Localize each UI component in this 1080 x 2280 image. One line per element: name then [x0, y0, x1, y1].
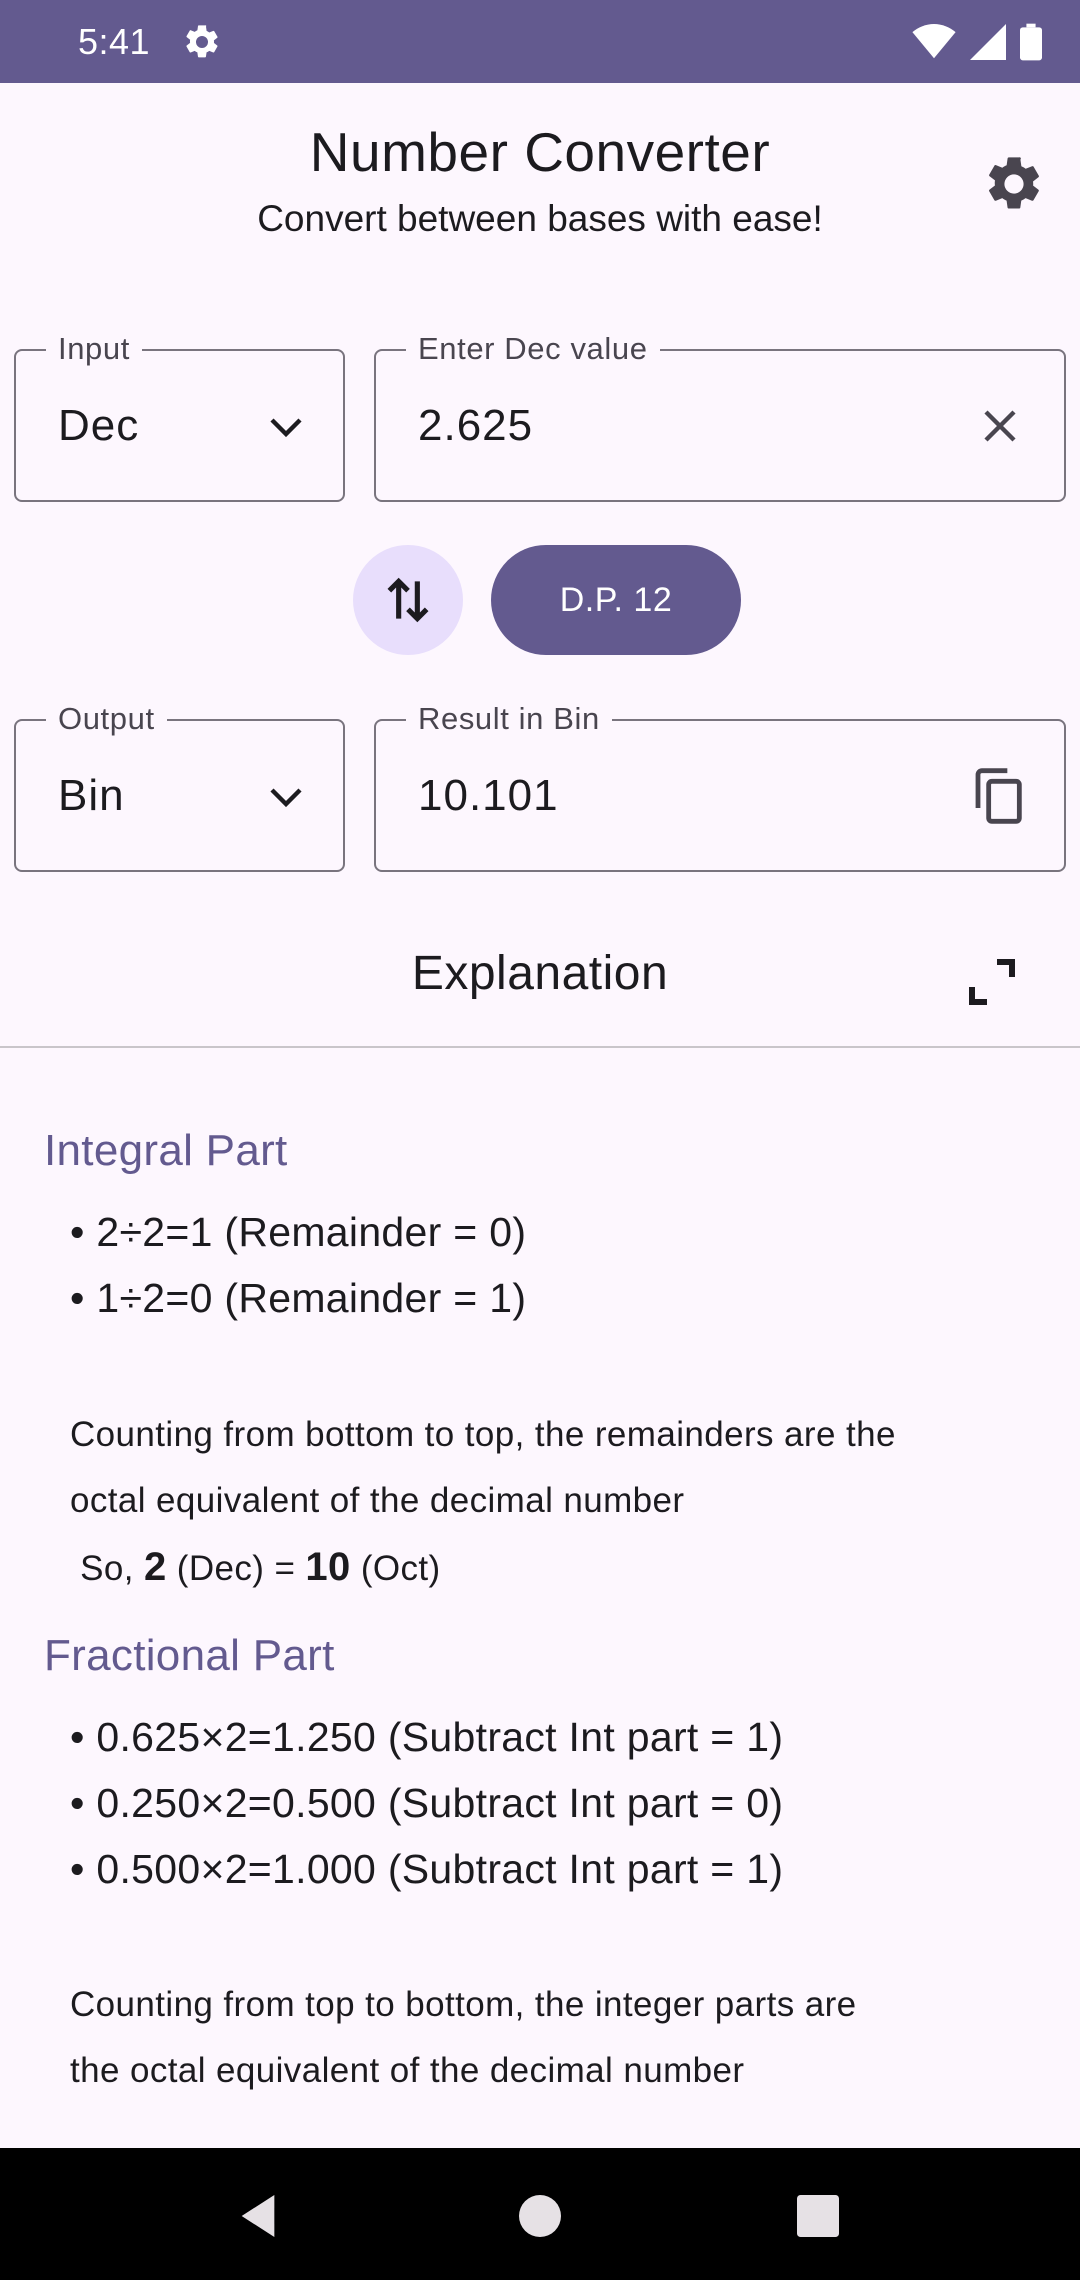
- fullscreen-icon[interactable]: [962, 952, 1022, 1012]
- status-icons: [912, 23, 1042, 61]
- integral-step: • 1÷2=0 (Remainder = 1): [70, 1275, 526, 1322]
- output-base-value: Bin: [58, 770, 125, 820]
- wifi-icon: [912, 23, 956, 58]
- swap-button[interactable]: [353, 545, 463, 655]
- signal-icon: [970, 23, 1006, 60]
- swap-vertical-icon: [387, 577, 429, 623]
- copy-icon[interactable]: [966, 764, 1030, 828]
- integral-para-line: Counting from bottom to top, the remaind…: [70, 1415, 896, 1454]
- step-text: • 2÷2=1 (Remainder =: [70, 1209, 490, 1255]
- result-value: 10.101: [418, 770, 559, 820]
- result-field: Result in Bin 10.101: [374, 701, 1066, 872]
- step-close: ): [512, 1275, 527, 1321]
- status-time: 5:41: [78, 20, 151, 62]
- so-prefix: So,: [80, 1549, 144, 1588]
- chevron-down-icon: [270, 787, 302, 807]
- explanation-title: Explanation: [411, 947, 669, 1000]
- settings-icon: [186, 24, 218, 57]
- input-value-field[interactable]: Enter Dec value 2.625: [374, 331, 1066, 502]
- fractional-step: • 0.250×2=0.500 (Subtract Int part = 0): [70, 1780, 783, 1827]
- step-close: ): [769, 1780, 784, 1826]
- step-text: • 0.500×2=1.000 (Subtract Int part =: [70, 1846, 747, 1892]
- step-text: • 0.625×2=1.250 (Subtract Int part =: [70, 1714, 747, 1760]
- integral-explanation: Counting from bottom to top, the remaind…: [70, 1402, 1030, 1602]
- fractional-step: • 0.500×2=1.000 (Subtract Int part = 1): [70, 1846, 783, 1893]
- fractional-para-line: the octal equivalent of the decimal numb…: [70, 2051, 745, 2090]
- decimal-places-button[interactable]: D.P. 12: [491, 545, 741, 655]
- so-from: (Dec) =: [166, 1549, 306, 1588]
- integral-para-line: octal equivalent of the decimal number: [70, 1481, 685, 1520]
- page-title: Number Converter: [309, 121, 771, 183]
- integral-conclusion: So, 2 (Dec) = 10 (Oct): [70, 1534, 1030, 1602]
- step-close: ): [769, 1714, 784, 1760]
- back-icon[interactable]: [230, 2188, 286, 2244]
- step-digit: 0: [489, 1209, 513, 1255]
- fractional-part-heading: Fractional Part: [44, 1631, 335, 1680]
- so-value: 2: [143, 1545, 167, 1589]
- step-digit: 0: [746, 1780, 770, 1826]
- close-icon[interactable]: [976, 402, 1024, 450]
- step-close: ): [512, 1209, 527, 1255]
- input-base-label: Input: [46, 331, 142, 367]
- step-digit: 1: [489, 1275, 513, 1321]
- input-value-label: Enter Dec value: [406, 331, 660, 367]
- so-result: 10: [305, 1545, 351, 1589]
- input-value[interactable]: 2.625: [418, 401, 533, 451]
- step-text: • 1÷2=0 (Remainder =: [70, 1275, 490, 1321]
- step-digit: 1: [746, 1846, 770, 1892]
- home-icon[interactable]: [512, 2188, 568, 2244]
- output-base-dropdown[interactable]: Output Bin: [14, 701, 345, 872]
- step-digit: 1: [746, 1714, 770, 1760]
- step-text: • 0.250×2=0.500 (Subtract Int part =: [70, 1780, 747, 1826]
- navigation-bar: [0, 2148, 1080, 2280]
- app-header: Number Converter Convert between bases w…: [0, 120, 1080, 240]
- fractional-explanation: Counting from top to bottom, the integer…: [70, 1972, 1030, 2104]
- chevron-down-icon: [270, 417, 302, 437]
- input-base-value: Dec: [58, 400, 140, 450]
- fractional-para-line: Counting from top to bottom, the integer…: [70, 1985, 857, 2024]
- so-to: (Oct): [350, 1549, 441, 1588]
- input-base-dropdown[interactable]: Input Dec: [14, 331, 345, 502]
- integral-part-heading: Integral Part: [44, 1126, 288, 1175]
- battery-icon: [1020, 23, 1042, 60]
- recents-icon[interactable]: [790, 2188, 846, 2244]
- step-close: ): [769, 1846, 784, 1892]
- status-bar: 5:41: [0, 0, 1080, 83]
- result-label: Result in Bin: [406, 701, 612, 737]
- divider: [0, 1046, 1080, 1048]
- fractional-step: • 0.625×2=1.250 (Subtract Int part = 1): [70, 1714, 783, 1761]
- gear-icon[interactable]: [982, 152, 1046, 216]
- page-subtitle: Convert between bases with ease!: [257, 198, 823, 239]
- integral-step: • 2÷2=1 (Remainder = 0): [70, 1209, 526, 1256]
- output-base-label: Output: [46, 701, 167, 737]
